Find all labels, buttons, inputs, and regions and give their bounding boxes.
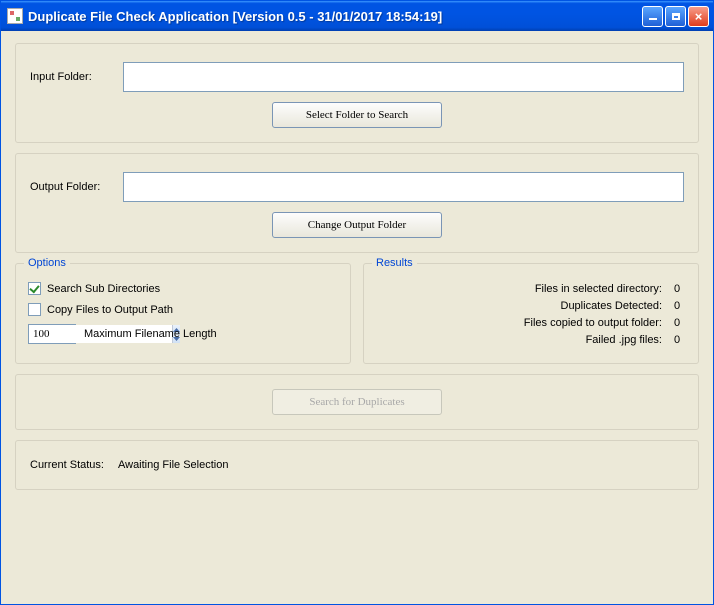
window-controls: × (642, 6, 709, 27)
app-window: Duplicate File Check Application [Versio… (0, 0, 714, 605)
output-folder-group: Output Folder: Change Output Folder (15, 153, 699, 253)
status-value: Awaiting File Selection (118, 459, 228, 471)
titlebar[interactable]: Duplicate File Check Application [Versio… (1, 1, 713, 31)
result-value: 0 (674, 334, 686, 346)
app-icon (7, 8, 23, 24)
minimize-button[interactable] (642, 6, 663, 27)
options-group: Options Search Sub Directories Copy File… (15, 263, 351, 364)
options-legend: Options (24, 257, 70, 269)
close-button[interactable]: × (688, 6, 709, 27)
result-label: Files in selected directory: (535, 283, 662, 295)
copy-files-label: Copy Files to Output Path (47, 304, 173, 316)
window-title: Duplicate File Check Application [Versio… (28, 9, 642, 24)
result-value: 0 (674, 300, 686, 312)
max-filename-spinner[interactable] (28, 324, 76, 344)
max-filename-label: Maximum Filename Length (84, 328, 217, 340)
result-value: 0 (674, 283, 686, 295)
change-output-button[interactable]: Change Output Folder (272, 212, 442, 238)
output-folder-label: Output Folder: (30, 181, 115, 193)
results-legend: Results (372, 257, 417, 269)
select-folder-button[interactable]: Select Folder to Search (272, 102, 442, 128)
maximize-button[interactable] (665, 6, 686, 27)
status-group: Current Status: Awaiting File Selection (15, 440, 699, 490)
result-label: Failed .jpg files: (586, 334, 662, 346)
search-group: Search for Duplicates (15, 374, 699, 430)
input-folder-group: Input Folder: Select Folder to Search (15, 43, 699, 143)
output-folder-field[interactable] (123, 172, 684, 202)
input-folder-field[interactable] (123, 62, 684, 92)
copy-files-checkbox[interactable] (28, 303, 41, 316)
search-sub-checkbox[interactable] (28, 282, 41, 295)
results-group: Results Files in selected directory: 0 D… (363, 263, 699, 364)
result-label: Files copied to output folder: (524, 317, 662, 329)
status-label: Current Status: (30, 459, 104, 471)
result-value: 0 (674, 317, 686, 329)
search-duplicates-button[interactable]: Search for Duplicates (272, 389, 442, 415)
input-folder-label: Input Folder: (30, 71, 115, 83)
search-sub-label: Search Sub Directories (47, 283, 160, 295)
client-area: Input Folder: Select Folder to Search Ou… (1, 31, 713, 604)
result-label: Duplicates Detected: (561, 300, 663, 312)
